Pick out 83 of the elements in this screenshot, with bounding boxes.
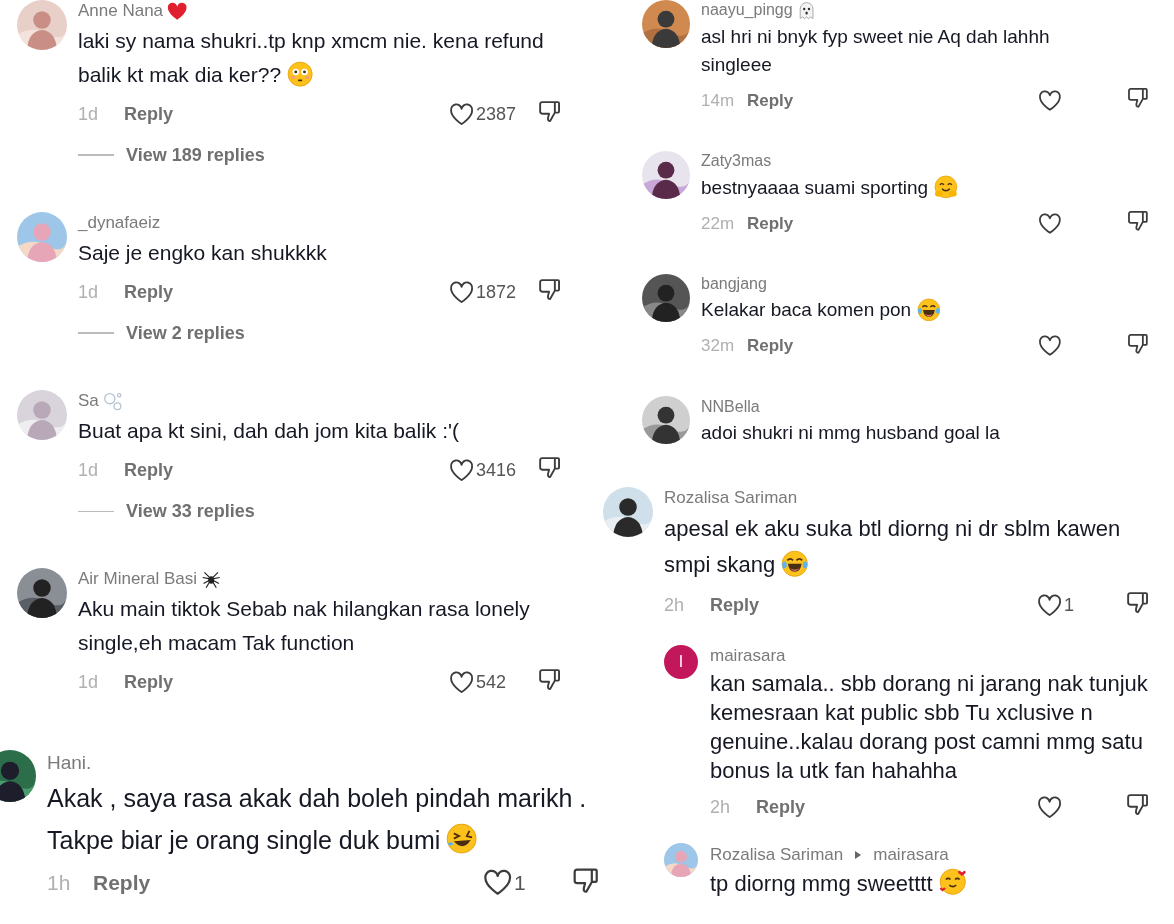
username: Rozalisa Sariman <box>710 844 844 865</box>
username: _dynafaeiz <box>78 213 161 234</box>
heart-icon[interactable] <box>448 669 474 695</box>
like-count: 1872 <box>476 281 517 303</box>
username: Sa <box>78 391 99 412</box>
timestamp: 1d <box>78 103 100 125</box>
reply-button[interactable]: Reply <box>124 459 174 481</box>
heart-icon[interactable] <box>1038 88 1062 113</box>
comment-text: bestnyaaaa suami sporting <box>701 173 1111 202</box>
heart-icon[interactable] <box>1036 794 1062 821</box>
thumbs-down-icon[interactable] <box>1124 590 1150 616</box>
comment-text: laki sy nama shukri..tp knp xmcm nie. kena refund balik kt mak dia ker?? <box>78 28 545 90</box>
reply-button[interactable]: Reply <box>747 90 794 111</box>
username: NNBella <box>701 397 760 416</box>
comment-text: apesal ek aku suka btl diorng ni dr sblm kawen smpi skang <box>664 515 1122 580</box>
username: Zaty3mas <box>701 152 772 171</box>
thumbs-down-icon[interactable] <box>1124 792 1150 818</box>
reply-button[interactable]: Reply <box>747 213 794 234</box>
timestamp: 32m <box>701 336 736 357</box>
reply-button[interactable]: Reply <box>124 103 174 125</box>
comment-text: Saje je engko kan shukkkk <box>78 240 328 267</box>
hugging-face-icon <box>934 174 958 199</box>
laughing-face-icon <box>446 822 478 855</box>
like-count: 542 <box>476 671 507 693</box>
bubbles-icon <box>102 391 124 412</box>
thumbs-down-icon[interactable] <box>536 667 562 693</box>
view-replies-link[interactable]: View 189 replies <box>126 144 265 166</box>
reply-button[interactable]: Reply <box>710 594 760 616</box>
thumbs-down-icon[interactable] <box>1126 332 1150 356</box>
reply-button[interactable]: Reply <box>756 797 806 818</box>
timestamp: 2h <box>710 797 732 818</box>
like-count: 2387 <box>476 103 517 125</box>
username: naayu_pingg <box>701 1 793 20</box>
comment-text: kan samala.. sbb dorang ni jarang nak tunjuk kemesraan kat public sbb Tu xclusive n genuine..kalau dorang post camni mmg satu bonus la utk fan hahahha <box>710 670 1149 786</box>
view-replies-link[interactable]: View 2 replies <box>126 322 245 344</box>
timestamp: 2h <box>664 594 686 616</box>
heart-icon[interactable] <box>448 279 474 305</box>
comment-text: adoi shukri ni mmg husband goal la <box>701 421 1001 446</box>
thumbs-down-icon[interactable] <box>536 455 562 481</box>
heart-icon[interactable] <box>482 868 512 898</box>
timestamp: 1d <box>78 459 100 481</box>
thumbs-down-icon[interactable] <box>536 277 562 303</box>
heart-icon <box>167 0 188 22</box>
timestamp: 22m <box>701 213 736 234</box>
reply-button[interactable]: Reply <box>93 871 151 896</box>
heart-icon[interactable] <box>448 101 474 127</box>
username: Anne Nana <box>78 1 164 22</box>
heart-icon[interactable] <box>1038 211 1062 236</box>
laughing-face-icon <box>917 297 941 322</box>
thumbs-down-icon[interactable] <box>1126 86 1150 111</box>
username: mairasara <box>710 646 786 667</box>
username: bangjang <box>701 275 767 293</box>
reply-button[interactable]: Reply <box>747 336 794 357</box>
username: mairasara <box>873 844 949 865</box>
comment-text: tp diorng mmg sweetttt <box>710 867 1155 898</box>
comment-text: Akak , saya rasa akak dah boleh pindah marikh . Takpe biar je orang single duk bumi <box>47 783 588 857</box>
timestamp: 1h <box>47 871 72 896</box>
reply-button[interactable]: Reply <box>124 281 174 303</box>
username: Air Mineral Basi <box>78 569 198 590</box>
heart-icon[interactable] <box>448 457 474 483</box>
comment-text: asl hri ni bnyk fyp sweet nie Aq dah lahhh singleee <box>701 24 1051 77</box>
comment-text: Aku main tiktok Sebab nak hilangkan rasa lonely single,eh macam Tak function <box>78 596 531 657</box>
heart-icon[interactable] <box>1038 334 1062 359</box>
flushed-face-icon <box>287 60 314 88</box>
heart-icon[interactable] <box>1036 592 1062 618</box>
timestamp: 1d <box>78 281 100 303</box>
avatar-initial: I <box>664 645 698 680</box>
reply-button[interactable]: Reply <box>124 671 174 693</box>
smiling-face-hearts-icon <box>938 867 967 896</box>
laughing-face-icon <box>781 549 809 578</box>
comment-text: Buat apa kt sini, dah dah jom kita balik :'( <box>78 418 461 445</box>
spider-icon <box>201 569 222 590</box>
view-replies-link[interactable]: View 33 replies <box>126 500 255 522</box>
timestamp: 1d <box>78 671 100 693</box>
username: Hani. <box>47 751 92 774</box>
username: Rozalisa Sariman <box>664 488 798 509</box>
like-count: 3416 <box>476 459 517 481</box>
comment-text: Kelakar baca komen pon <box>701 296 1111 325</box>
thumbs-down-icon[interactable] <box>536 99 562 125</box>
timestamp: 14m <box>701 90 736 111</box>
thumbs-down-icon[interactable] <box>1126 209 1150 233</box>
like-count: 1 <box>1064 594 1074 616</box>
like-count: 1 <box>514 871 526 896</box>
